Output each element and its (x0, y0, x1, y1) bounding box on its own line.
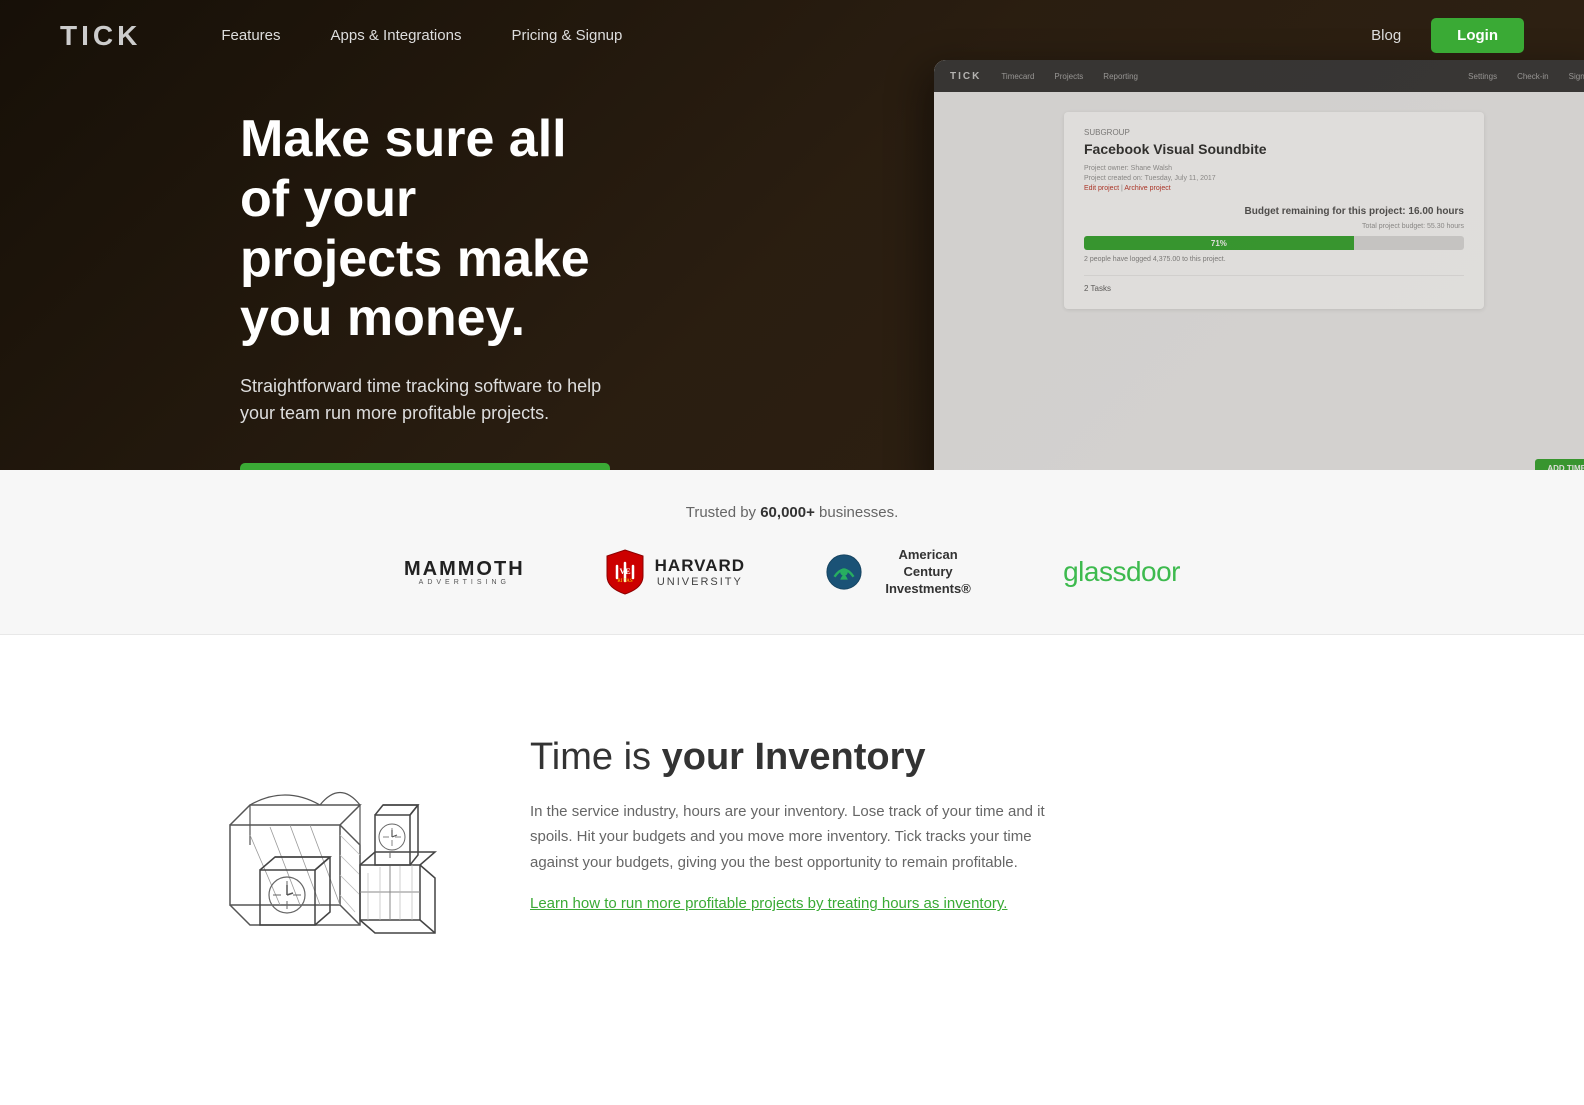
harvard-shield-icon: VE RI TAS (605, 548, 645, 596)
nav-blog[interactable]: Blog (1371, 27, 1401, 44)
laptop-nav-reporting: Reporting (1103, 72, 1138, 81)
nav-pricing[interactable]: Pricing & Signup (511, 27, 622, 44)
laptop-budget-label: Budget remaining for this project: 16.00… (1084, 206, 1464, 217)
aci-text: American Century Investments® (873, 547, 983, 598)
inventory-illustration (200, 715, 450, 935)
laptop-logo: TICK (950, 71, 981, 82)
svg-text:VE: VE (619, 567, 630, 576)
boxes-illustration (200, 715, 450, 935)
laptop-progress-fill: 71% (1084, 236, 1354, 250)
laptop-nav-checkin: Check-in (1517, 72, 1549, 81)
logo-aci: American Century Investments® (825, 547, 983, 598)
inventory-learn-link[interactable]: Learn how to run more profitable project… (530, 895, 1007, 912)
inventory-section: Time is your Inventory In the service in… (0, 635, 1584, 1015)
trusted-section: Trusted by 60,000+ businesses. MAMMOTH A… (0, 470, 1584, 635)
laptop-nav-signout: Sign out (1569, 72, 1584, 81)
logo-harvard: VE RI TAS HARVARD UNIVERSITY (605, 548, 745, 596)
trusted-text: Trusted by 60,000+ businesses. (0, 504, 1584, 521)
hero-subtitle: Straightforward time tracking software t… (240, 373, 620, 427)
svg-text:RI TAS: RI TAS (617, 579, 632, 584)
hero-headline: Make sure all of your projects make you … (240, 110, 620, 349)
inventory-headline: Time is your Inventory (530, 736, 1050, 779)
laptop-budget-sub: Total project budget: 55.30 hours (1084, 223, 1464, 230)
laptop-subgroup: Subgroup (1084, 128, 1464, 137)
laptop-owner: Project owner: Shane Walsh (1084, 165, 1464, 172)
laptop-created: Project created on: Tuesday, July 11, 20… (1084, 175, 1464, 182)
aci-icon (825, 553, 863, 591)
navbar: TICK Features Apps & Integrations Pricin… (0, 0, 1584, 71)
nav-apps[interactable]: Apps & Integrations (331, 27, 462, 44)
logo[interactable]: TICK (60, 20, 141, 52)
laptop-tasks: 2 Tasks (1084, 275, 1464, 293)
logo-glassdoor: glassdoor (1063, 556, 1180, 588)
inventory-text-block: Time is your Inventory In the service in… (530, 736, 1050, 914)
inventory-body: In the service industry, hours are your … (530, 799, 1050, 876)
hero-cta-button[interactable]: Give Tick a try - it's free for 30 days (240, 463, 610, 470)
login-button[interactable]: Login (1431, 18, 1524, 53)
hero-laptop-mockup: TICK Timecard Projects Reporting Setting… (934, 60, 1584, 470)
laptop-nav-settings: Settings (1468, 72, 1497, 81)
laptop-project-title: Facebook Visual Soundbite (1084, 141, 1464, 157)
nav-features[interactable]: Features (221, 27, 280, 44)
laptop-nav-time: Timecard (1001, 72, 1034, 81)
laptop-people: 2 people have logged 4,375.00 to this pr… (1084, 256, 1464, 263)
laptop-add-time-btn[interactable]: ADD TIME (1535, 459, 1584, 470)
laptop-links: Edit project | Archive project (1084, 185, 1464, 192)
logo-mammoth: MAMMOTH ADVERTISING (404, 559, 525, 586)
laptop-nav-projects: Projects (1054, 72, 1083, 81)
